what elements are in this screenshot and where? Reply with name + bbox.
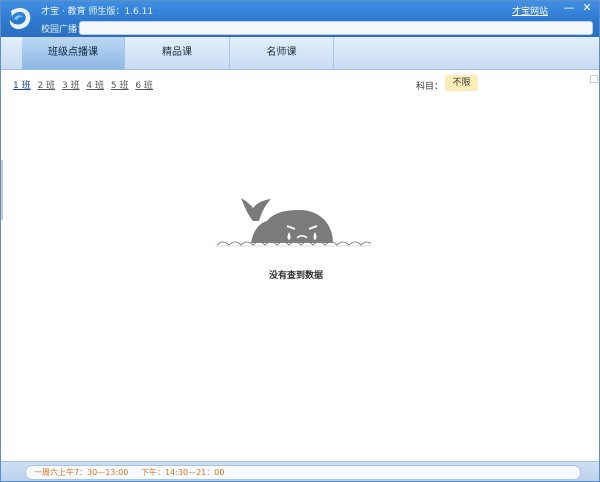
class-link-5[interactable]: 5 班: [111, 81, 129, 91]
app-logo-icon: [9, 7, 31, 30]
tab-featured-courses[interactable]: 精品课: [125, 37, 230, 69]
app-window: 才宝 · 教育 师生版：1.6.11 校园广播： 才宝网站 — ✕ 班级点播课 …: [0, 0, 600, 482]
class-link-6[interactable]: 6 班: [135, 81, 153, 91]
status-bar: 一周六上午7：30—13:00 下午：14:30—21：00: [1, 461, 599, 481]
class-link-2[interactable]: 2 班: [37, 81, 55, 91]
class-link-4[interactable]: 4 班: [86, 81, 104, 91]
tab-class-vod[interactable]: 班级点播课: [22, 37, 125, 69]
title-bar: 才宝 · 教育 师生版：1.6.11 校园广播： 才宝网站 — ✕: [1, 1, 599, 37]
subject-dropdown[interactable]: 不限: [445, 75, 478, 91]
website-link[interactable]: 才宝网站: [512, 4, 548, 17]
subject-label: 科目：: [416, 82, 444, 92]
schedule-text: 一周六上午7：30—13:00 下午：14:30—21：00: [34, 468, 225, 477]
class-filter: 1 班 2 班 3 班 4 班 5 班 6 班: [13, 78, 157, 91]
class-link-3[interactable]: 3 班: [62, 81, 80, 91]
tab-bar: 班级点播课 精品课 名师课: [1, 37, 599, 70]
close-button[interactable]: ✕: [579, 1, 595, 15]
resize-grip[interactable]: [590, 75, 598, 83]
left-divider: [1, 160, 3, 220]
minimize-button[interactable]: —: [561, 1, 577, 15]
broadcast-field: [79, 21, 593, 35]
app-title: 才宝 · 教育 师生版：1.6.11: [41, 7, 154, 17]
main-content: 1 班 2 班 3 班 4 班 5 班 6 班 科目： 不限 没有查到数据: [1, 70, 599, 461]
schedule-pill: 一周六上午7：30—13:00 下午：14:30—21：00: [25, 465, 581, 480]
empty-state-message: 没有查到数据: [268, 271, 323, 281]
class-link-1[interactable]: 1 班: [13, 81, 31, 91]
crying-whale-icon: [215, 198, 371, 247]
tab-famous-teachers[interactable]: 名师课: [230, 37, 334, 69]
